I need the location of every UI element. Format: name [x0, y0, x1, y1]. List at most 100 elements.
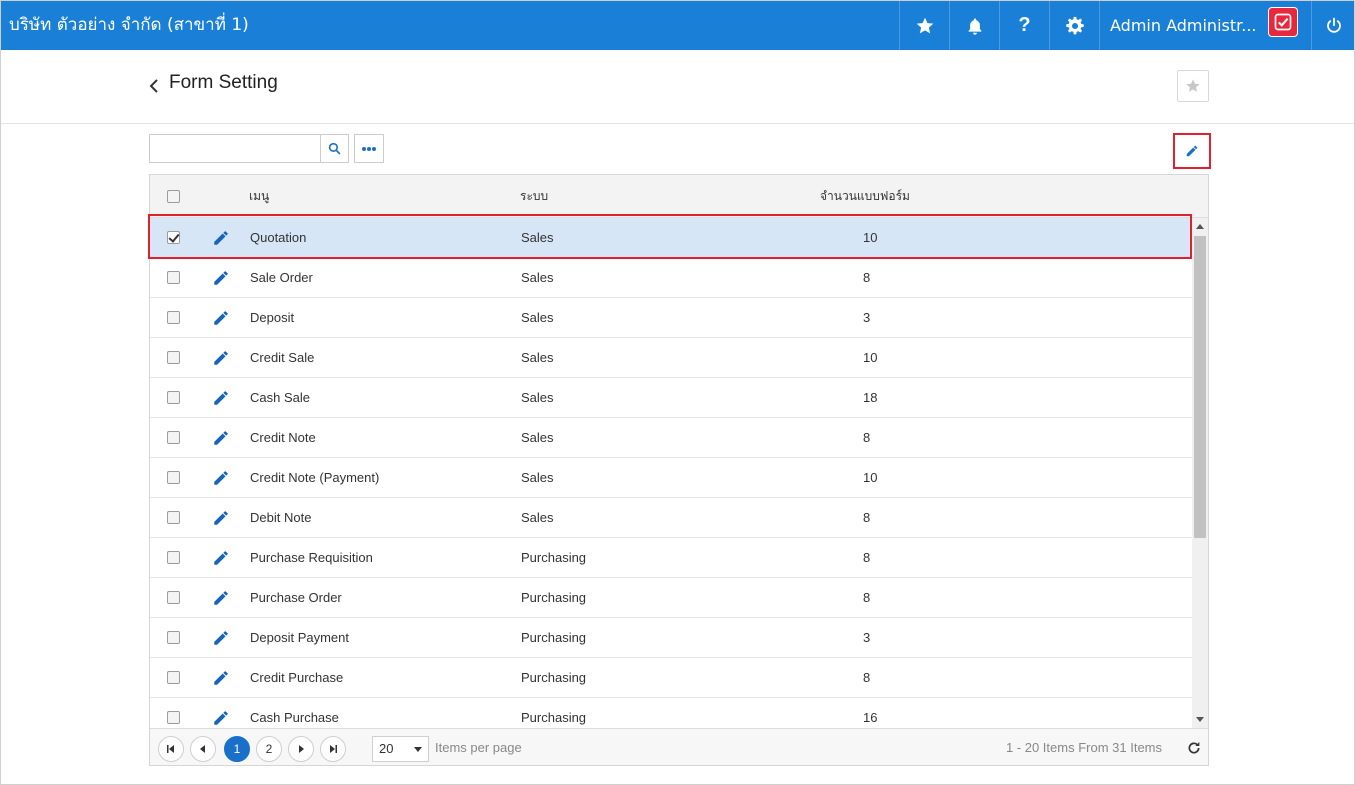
cell-system: Sales [521, 310, 554, 325]
pencil-icon[interactable] [212, 509, 230, 527]
row-checkbox[interactable] [167, 351, 180, 364]
cell-count: 10 [863, 350, 878, 365]
table-row[interactable]: Cash Sale Sales 18 [150, 378, 1192, 418]
cell-system: Sales [521, 510, 554, 525]
row-checkbox[interactable] [167, 671, 180, 684]
cell-menu: Cash Purchase [250, 710, 339, 725]
row-checkbox[interactable] [167, 311, 180, 324]
help-button[interactable]: ? [999, 1, 1049, 50]
cell-count: 8 [863, 590, 871, 605]
row-checkbox[interactable] [167, 631, 180, 644]
scroll-down-arrow-icon[interactable] [1196, 717, 1204, 722]
vertical-scrollbar[interactable] [1192, 218, 1208, 728]
cell-menu: Credit Note (Payment) [250, 470, 380, 485]
pencil-icon[interactable] [212, 589, 230, 607]
row-checkbox[interactable] [167, 511, 180, 524]
cell-menu: Credit Sale [250, 350, 315, 365]
pencil-icon[interactable] [212, 549, 230, 567]
pencil-icon[interactable] [212, 429, 230, 447]
table-row[interactable]: Sale Order Sales 8 [150, 258, 1192, 298]
cell-count: 16 [863, 710, 878, 725]
grid-body: Quotation Sales 10 Sale Order Sales 8 Deposit S… [150, 218, 1192, 728]
favorites-button[interactable] [899, 1, 949, 50]
cell-system: Purchasing [521, 550, 587, 565]
table-row[interactable]: Credit Note (Payment) Sales 10 [150, 458, 1192, 498]
select-all-checkbox[interactable] [167, 190, 180, 203]
row-checkbox[interactable] [167, 271, 180, 284]
pencil-icon[interactable] [212, 669, 230, 687]
column-header-menu[interactable]: เมนู [249, 175, 269, 218]
pencil-icon [1186, 145, 1198, 157]
search-button[interactable] [320, 135, 348, 162]
company-name[interactable]: บริษัท ตัวอย่าง จำกัด (สาขาที่ 1) [9, 1, 249, 50]
cell-count: 8 [863, 270, 871, 285]
cell-system: Sales [521, 470, 554, 485]
row-checkbox[interactable] [167, 231, 180, 244]
pencil-icon[interactable] [212, 709, 230, 727]
star-icon [916, 17, 933, 33]
table-row[interactable]: Credit Purchase Purchasing 8 [150, 658, 1192, 698]
pencil-icon[interactable] [212, 309, 230, 327]
pencil-icon[interactable] [212, 269, 230, 287]
logout-button[interactable] [1311, 1, 1354, 50]
cell-system: Sales [521, 390, 554, 405]
page-button-1[interactable]: 1 [224, 736, 250, 762]
table-row[interactable]: Quotation Sales 10 [150, 218, 1192, 258]
search-icon [328, 142, 341, 155]
cell-system: Purchasing [521, 710, 587, 725]
user-menu[interactable]: Admin Administr... [1099, 1, 1311, 50]
avatar [1268, 7, 1298, 37]
back-chevron-icon[interactable] [147, 76, 161, 96]
table-row[interactable]: Purchase Order Purchasing 8 [150, 578, 1192, 618]
notifications-button[interactable] [949, 1, 999, 50]
pencil-icon[interactable] [212, 349, 230, 367]
previous-page-icon [200, 745, 205, 753]
pencil-icon[interactable] [212, 629, 230, 647]
pager: 1 2 20 Items per page 1 - 20 Items From … [150, 728, 1208, 765]
add-favorite-button[interactable] [1177, 70, 1209, 102]
column-header-count[interactable]: จำนวนแบบฟอร์ม [820, 175, 910, 218]
first-page-icon [167, 745, 174, 753]
table-row[interactable]: Credit Note Sales 8 [150, 418, 1192, 458]
cell-menu: Deposit Payment [250, 630, 349, 645]
pencil-icon[interactable] [212, 229, 230, 247]
last-page-button[interactable] [320, 736, 346, 762]
page-size-value: 20 [379, 741, 394, 756]
row-checkbox[interactable] [167, 431, 180, 444]
scroll-thumb[interactable] [1194, 236, 1206, 538]
star-outline-icon [1186, 79, 1200, 92]
row-checkbox[interactable] [167, 591, 180, 604]
page-size-select[interactable]: 20 [372, 736, 429, 762]
cell-system: Sales [521, 230, 554, 245]
edit-button[interactable] [1177, 138, 1207, 164]
cell-menu: Sale Order [250, 270, 313, 285]
previous-page-button[interactable] [190, 736, 216, 762]
cell-count: 8 [863, 550, 871, 565]
cell-menu: Credit Purchase [250, 670, 344, 685]
row-checkbox[interactable] [167, 471, 180, 484]
row-checkbox[interactable] [167, 711, 180, 724]
table-row[interactable]: Cash Purchase Purchasing 16 [150, 698, 1192, 728]
settings-button[interactable] [1049, 1, 1099, 50]
search-input[interactable] [150, 135, 320, 162]
page-button-2[interactable]: 2 [256, 736, 282, 762]
row-checkbox[interactable] [167, 391, 180, 404]
cell-menu: Cash Sale [250, 390, 310, 405]
refresh-icon[interactable] [1186, 740, 1202, 756]
table-row[interactable]: Credit Sale Sales 10 [150, 338, 1192, 378]
first-page-button[interactable] [158, 736, 184, 762]
row-checkbox[interactable] [167, 551, 180, 564]
pencil-icon[interactable] [212, 389, 230, 407]
form-grid: เมนู ระบบ จำนวนแบบฟอร์ม Quotation Sales 10… [149, 174, 1209, 766]
table-row[interactable]: Purchase Requisition Purchasing 8 [150, 538, 1192, 578]
column-header-system[interactable]: ระบบ [520, 175, 548, 218]
next-page-button[interactable] [288, 736, 314, 762]
table-row[interactable]: Deposit Sales 3 [150, 298, 1192, 338]
table-row[interactable]: Deposit Payment Purchasing 3 [150, 618, 1192, 658]
grid-header: เมนู ระบบ จำนวนแบบฟอร์ม [150, 175, 1208, 218]
table-row[interactable]: Debit Note Sales 8 [150, 498, 1192, 538]
cell-system: Sales [521, 350, 554, 365]
more-options-button[interactable] [354, 134, 384, 163]
pencil-icon[interactable] [212, 469, 230, 487]
scroll-up-arrow-icon[interactable] [1196, 224, 1204, 229]
